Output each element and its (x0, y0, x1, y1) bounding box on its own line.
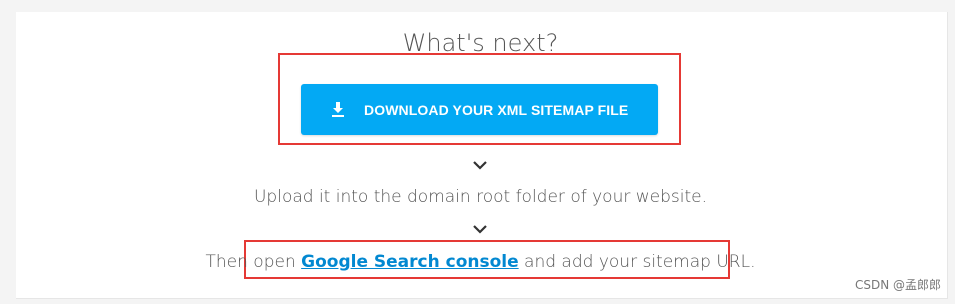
google-search-console-link[interactable]: Google Search console (301, 252, 519, 272)
search-console-instruction: Then open Google Search console and add … (0, 252, 955, 272)
download-sitemap-button[interactable]: DOWNLOAD YOUR XML SITEMAP FILE (301, 84, 658, 135)
download-button-label: DOWNLOAD YOUR XML SITEMAP FILE (364, 101, 629, 118)
instruction-suffix: and add your sitemap URL. (518, 252, 756, 272)
chevron-down-icon (472, 221, 488, 234)
instruction-prefix: Then open (205, 252, 302, 272)
watermark: CSDN @孟郎郎 (854, 278, 941, 292)
download-icon (330, 101, 346, 119)
chevron-down-icon (472, 157, 488, 170)
upload-instruction: Upload it into the domain root folder of… (253, 187, 708, 207)
